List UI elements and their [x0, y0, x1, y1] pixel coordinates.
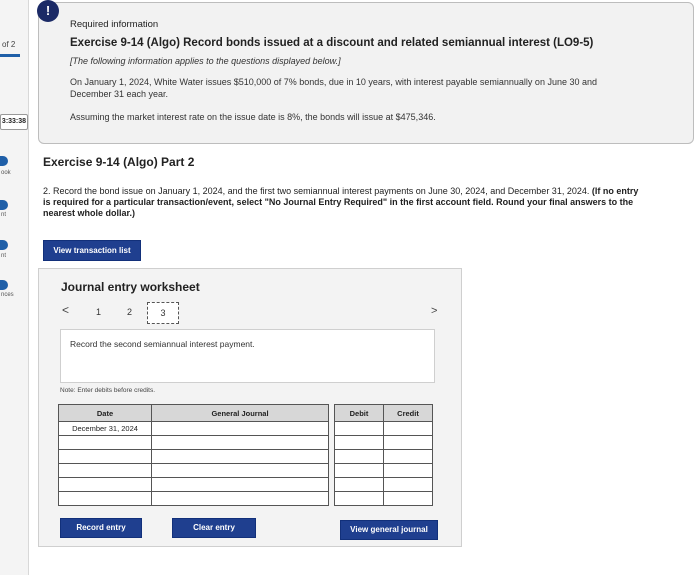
col-date: Date — [58, 404, 152, 422]
journal-header-row: Date General Journal Debit Credit — [58, 404, 433, 422]
col-credit: Credit — [383, 404, 433, 422]
debit-cell[interactable] — [334, 477, 384, 492]
debit-cell[interactable] — [334, 421, 384, 436]
view-general-journal-button[interactable]: View general journal — [340, 520, 438, 540]
journal-row — [58, 491, 433, 506]
credit-cell[interactable] — [383, 421, 433, 436]
part-title: Exercise 9-14 (Algo) Part 2 — [43, 155, 195, 169]
timer: 3:33:38 — [0, 114, 28, 130]
date-cell[interactable] — [58, 477, 152, 492]
clear-entry-button[interactable]: Clear entry — [172, 518, 256, 538]
record-entry-button[interactable]: Record entry — [60, 518, 142, 538]
info-assumption: Assuming the market interest rate on the… — [70, 112, 436, 122]
part-instruction: 2. Record the bond issue on January 1, 2… — [43, 186, 643, 219]
page-tab-2[interactable]: 2 — [127, 307, 132, 317]
hint-icon[interactable] — [0, 240, 8, 250]
prev-page-icon[interactable]: < — [62, 303, 69, 317]
credit-cell[interactable] — [383, 463, 433, 478]
date-cell[interactable] — [58, 491, 152, 506]
page-indicator: of 2 — [2, 40, 16, 49]
instruction-text: 2. Record the bond issue on January 1, 2… — [43, 186, 592, 196]
prompt-box — [60, 329, 435, 383]
date-cell[interactable] — [58, 449, 152, 464]
page-progress-bar — [0, 54, 20, 57]
references-icon[interactable] — [0, 280, 8, 290]
rail-item-hint[interactable]: nt — [1, 253, 6, 259]
required-information-label: Required information — [70, 19, 159, 30]
left-rail: of 2 3:33:38 ook nt nt nces — [0, 0, 29, 575]
info-paragraph: On January 1, 2024, White Water issues $… — [70, 77, 597, 99]
worksheet-prompt: Record the second semiannual interest pa… — [70, 339, 255, 349]
view-transaction-list-button[interactable]: View transaction list — [43, 240, 141, 261]
credit-cell[interactable] — [383, 435, 433, 450]
exercise-title: Exercise 9-14 (Algo) Record bonds issued… — [70, 37, 594, 49]
alert-icon: ! — [37, 0, 59, 22]
debit-cell[interactable] — [334, 449, 384, 464]
col-general-journal: General Journal — [151, 404, 329, 422]
ebook-icon[interactable] — [0, 156, 8, 166]
worksheet-title: Journal entry worksheet — [61, 280, 200, 294]
account-cell[interactable] — [151, 491, 329, 506]
account-cell[interactable] — [151, 421, 329, 436]
credit-cell[interactable] — [383, 491, 433, 506]
account-cell[interactable] — [151, 463, 329, 478]
date-cell[interactable] — [58, 463, 152, 478]
debit-cell[interactable] — [334, 491, 384, 506]
journal-row — [58, 463, 433, 478]
debit-credit-note: Note: Enter debits before credits. — [60, 387, 156, 394]
info-note: [The following information applies to th… — [70, 56, 341, 66]
debit-cell[interactable] — [334, 463, 384, 478]
col-debit: Debit — [334, 404, 384, 422]
credit-cell[interactable] — [383, 449, 433, 464]
journal-row: December 31, 2024 — [58, 421, 433, 436]
rail-item-print[interactable]: nt — [1, 212, 6, 218]
account-cell[interactable] — [151, 449, 329, 464]
print-icon[interactable] — [0, 200, 8, 210]
credit-cell[interactable] — [383, 477, 433, 492]
account-cell[interactable] — [151, 435, 329, 450]
page-tab-3-current[interactable]: 3 — [147, 302, 179, 324]
rail-item-ebook[interactable]: ook — [1, 170, 11, 176]
journal-row — [58, 449, 433, 464]
journal-row — [58, 435, 433, 450]
journal-row — [58, 477, 433, 492]
date-cell[interactable]: December 31, 2024 — [58, 421, 152, 436]
next-page-icon[interactable]: > — [431, 305, 437, 317]
debit-cell[interactable] — [334, 435, 384, 450]
journal-table: Date General Journal Debit Credit Decemb… — [58, 404, 433, 506]
date-cell[interactable] — [58, 435, 152, 450]
page-tab-1[interactable]: 1 — [96, 307, 101, 317]
rail-item-references[interactable]: nces — [1, 292, 14, 298]
account-cell[interactable] — [151, 477, 329, 492]
